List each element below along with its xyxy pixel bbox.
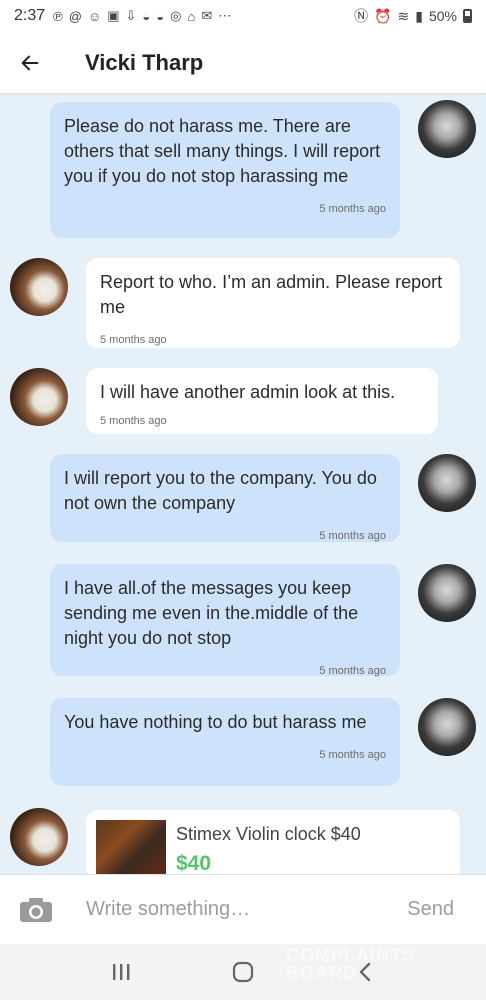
- back-arrow-icon: [21, 55, 39, 70]
- contact-avatar[interactable]: [10, 258, 68, 316]
- snapchat-icon: ☺: [87, 8, 102, 24]
- message-text: I will report you to the company. You do…: [64, 468, 377, 513]
- product-title: Stimex Violin clock $40: [176, 824, 361, 844]
- message-outgoing: You have nothing to do but harass me 5 m…: [50, 698, 400, 786]
- camera-icon[interactable]: [18, 896, 54, 924]
- message-incoming: I will have another admin look at this. …: [86, 368, 438, 434]
- message-outgoing: Please do not harass me. There are other…: [50, 102, 400, 238]
- system-icons: Ⓝ ⏰ ≋ ▮ 50%: [354, 6, 472, 26]
- my-avatar[interactable]: [418, 564, 476, 622]
- cnn-icon: ▣: [107, 8, 120, 23]
- download-icon: ⇩: [125, 8, 137, 23]
- mail-icon: ✉: [201, 8, 213, 23]
- message-text: I will have another admin look at this.: [100, 382, 396, 402]
- status-time: 2:37: [14, 7, 46, 24]
- message-incoming: Report to who. I’m an admin. Please repo…: [86, 258, 460, 348]
- watermark: COMPLAINTS BOARD: [286, 946, 415, 983]
- message-time: 5 months ago: [319, 665, 386, 677]
- signal-icon: ▮: [415, 7, 423, 24]
- message-time: 5 months ago: [319, 203, 386, 215]
- chat-header: Vicki Tharp: [0, 32, 486, 94]
- pinterest-icon: ℗: [53, 8, 63, 24]
- product-price: $40: [176, 852, 212, 874]
- battery-percent: 50%: [428, 8, 457, 24]
- instagram-icon: ◎: [170, 8, 182, 23]
- recent-apps-icon: [113, 964, 130, 980]
- status-bar: 2:37 ℗ @ ☺ ▣ ⇩ ◒ ◒ ◎ ⌂ ✉ ⋯ Ⓝ ⏰ ≋ ▮ 50%: [0, 0, 486, 32]
- message-text: You have nothing to do but harass me: [64, 712, 367, 732]
- my-avatar[interactable]: [418, 100, 476, 158]
- battery-icon: [463, 9, 472, 23]
- message-time: 5 months ago: [100, 334, 167, 346]
- product-image[interactable]: [96, 820, 166, 874]
- message-composer: Send: [0, 874, 486, 944]
- message-text: Please do not harass me. There are other…: [64, 116, 381, 186]
- my-avatar[interactable]: [418, 454, 476, 512]
- wifi-icon: ≋: [397, 7, 410, 24]
- home-button[interactable]: [223, 952, 263, 992]
- message-text: Report to who. I’m an admin. Please repo…: [100, 272, 443, 317]
- product-card[interactable]: Stimex Violin clock $40 $40: [86, 810, 460, 874]
- more-icon: ⋯: [218, 8, 232, 23]
- message-outgoing: I have all.of the messages you keep send…: [50, 564, 400, 677]
- bowl-icon: ◒: [142, 8, 151, 24]
- alarm-icon: ⏰: [374, 7, 392, 24]
- home-icon: [232, 961, 254, 983]
- message-list[interactable]: Please do not harass me. There are other…: [0, 94, 486, 874]
- message-time: 5 months ago: [319, 530, 386, 542]
- contact-name: Vicki Tharp: [85, 49, 204, 75]
- threads-icon: @: [68, 8, 82, 24]
- message-time: 5 months ago: [100, 415, 167, 427]
- home-icon: ⌂: [187, 8, 196, 24]
- notification-icons: ℗ @ ☺ ▣ ⇩ ◒ ◒ ◎ ⌂ ✉ ⋯: [53, 8, 231, 24]
- send-button[interactable]: Send: [407, 898, 454, 921]
- nfc-icon: Ⓝ: [354, 8, 369, 24]
- back-button[interactable]: [0, 32, 60, 94]
- message-text: I have all.of the messages you keep send…: [64, 578, 359, 648]
- bowl-icon: ◒: [156, 8, 165, 24]
- message-outgoing: I will report you to the company. You do…: [50, 454, 400, 542]
- my-avatar[interactable]: [418, 698, 476, 756]
- contact-avatar[interactable]: [10, 368, 68, 426]
- recent-apps-button[interactable]: [101, 952, 141, 992]
- contact-avatar[interactable]: [10, 808, 68, 866]
- message-input[interactable]: [86, 898, 376, 921]
- message-time: 5 months ago: [319, 749, 386, 761]
